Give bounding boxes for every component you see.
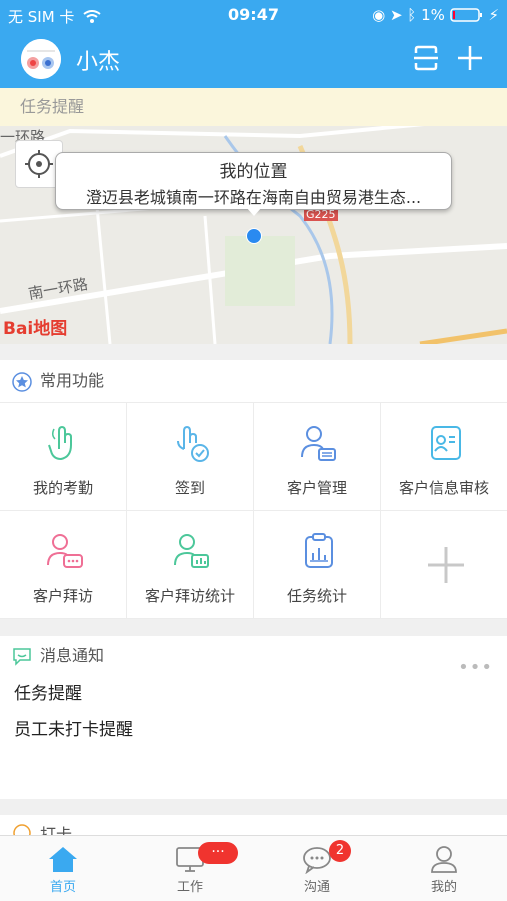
- battery-text: 1%: [421, 6, 445, 24]
- function-customer-review[interactable]: 客户信息审核: [381, 403, 507, 511]
- tab-home[interactable]: 首页: [0, 836, 126, 901]
- clock-icon: [13, 824, 31, 835]
- function-visit-stats[interactable]: 客户拜访统计: [127, 511, 254, 619]
- message-item[interactable]: 任务提醒: [0, 676, 507, 712]
- section-title: 打卡: [40, 825, 73, 835]
- map-logo: Bai地图: [3, 319, 68, 339]
- id-card-icon: [431, 426, 461, 460]
- location-icon: ➤: [389, 6, 403, 24]
- tab-label: 我的: [430, 880, 457, 895]
- page-title: 小杰: [76, 50, 121, 75]
- function-customer-visit[interactable]: 客户拜访: [0, 511, 127, 619]
- tab-bar: 首页 工作 ··· 沟通 2 我的: [0, 835, 507, 901]
- section-title: 常用功能: [40, 371, 105, 390]
- function-grid: 我的考勤 签到 客户管理 客户信息审核 客户拜访 客户拜访统计 任务统计: [0, 403, 507, 619]
- common-functions-header: 常用功能: [0, 360, 507, 403]
- tab-label: 首页: [49, 880, 76, 895]
- current-location-dot: [246, 228, 262, 244]
- avatar[interactable]: [21, 39, 61, 79]
- notification-badge: 2: [329, 840, 351, 862]
- function-task-stats[interactable]: 任务统计: [254, 511, 381, 619]
- map-view[interactable]: 一环路 南一环路 G225 我的位置 澄迈县老城镇南一环路在海南自由贸易港生态.…: [0, 126, 507, 344]
- function-customer-management[interactable]: 客户管理: [254, 403, 381, 511]
- tab-work[interactable]: 工作 ···: [127, 836, 253, 901]
- section-title: 消息通知: [40, 646, 105, 665]
- function-label: 客户信息审核: [398, 479, 489, 497]
- visit-chat-icon: [47, 534, 83, 568]
- clipboard-chart-icon: [305, 533, 333, 568]
- function-label: 签到: [174, 479, 205, 497]
- notification-badge: ···: [198, 842, 238, 864]
- message-header: 消息通知 •••: [0, 636, 507, 678]
- visit-stats-icon: [174, 534, 209, 568]
- function-label: 客户拜访: [32, 587, 93, 605]
- star-circle-icon: [12, 372, 32, 392]
- add-icon[interactable]: [456, 44, 484, 72]
- function-checkin[interactable]: 签到: [127, 403, 254, 511]
- message-section: 消息通知 ••• 任务提醒 员工未打卡提醒: [0, 636, 507, 799]
- more-icon[interactable]: •••: [458, 648, 493, 688]
- tap-hand-icon: [48, 425, 72, 461]
- function-add[interactable]: [381, 511, 507, 619]
- charging-icon: ⚡: [488, 6, 499, 24]
- checkin-icon: [177, 425, 209, 462]
- orientation-lock-icon: ◉: [372, 6, 386, 24]
- function-label: 任务统计: [286, 587, 347, 605]
- smile-message-icon: [13, 648, 31, 666]
- message-item[interactable]: 员工未打卡提醒: [0, 712, 507, 748]
- tab-label: 沟通: [303, 880, 330, 895]
- function-label: 客户拜访统计: [144, 587, 235, 605]
- tab-label: 工作: [176, 880, 203, 895]
- add-icon: [428, 547, 464, 583]
- function-label: 我的考勤: [32, 479, 93, 497]
- user-icon: [431, 846, 457, 873]
- callout-pointer: [246, 207, 262, 216]
- tab-me[interactable]: 我的: [381, 836, 507, 901]
- bluetooth-icon: ᛒ: [407, 6, 417, 24]
- battery-icon: [449, 8, 482, 22]
- home-icon: [49, 847, 77, 872]
- status-bar: 无 SIM 卡 09:47 ◉ ➤ ᛒ 1% ⚡: [0, 0, 507, 30]
- next-section-peek: 打卡: [0, 815, 507, 835]
- task-reminder-bar[interactable]: 任务提醒: [0, 88, 507, 126]
- function-label: 客户管理: [286, 479, 347, 497]
- nav-bar: 小杰: [0, 30, 507, 88]
- tab-chat[interactable]: 沟通 2: [254, 836, 380, 901]
- status-right: ◉ ➤ ᛒ 1% ⚡: [372, 6, 499, 24]
- callout-title: 我的位置: [219, 162, 288, 182]
- callout-address: 澄迈县老城镇南一环路在海南自由贸易港生态...: [85, 188, 422, 207]
- customer-card-icon: [301, 426, 336, 461]
- location-callout[interactable]: 我的位置 澄迈县老城镇南一环路在海南自由贸易港生态...: [55, 152, 452, 210]
- function-attendance[interactable]: 我的考勤: [0, 403, 127, 511]
- scan-icon[interactable]: [412, 44, 440, 72]
